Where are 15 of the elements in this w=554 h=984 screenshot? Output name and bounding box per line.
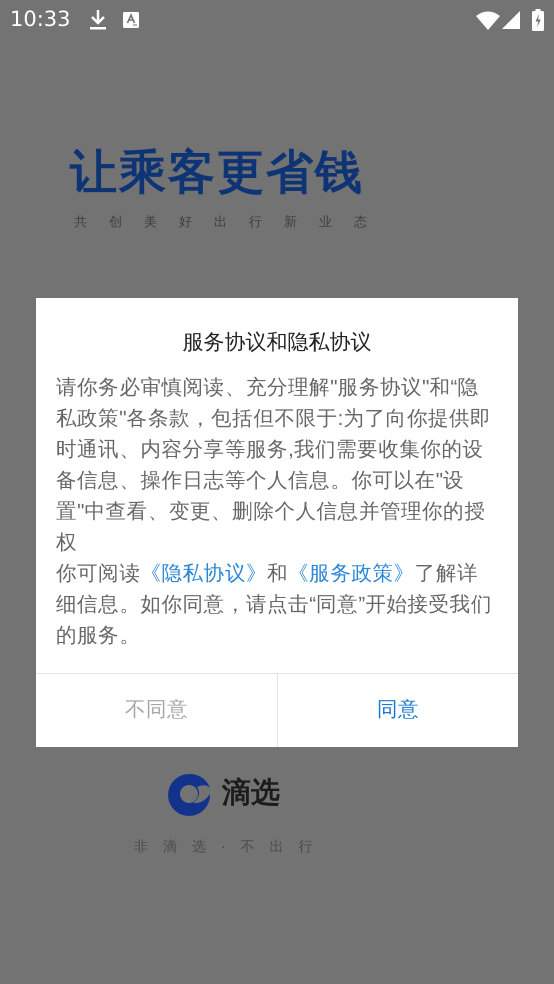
dialog-paragraph: 请你务必审慎阅读、充分理解"服务协议"和“隐私政策"各条款，包括但不限于:为了向你提供即时通讯、内容分享等服务,我们需要收集你的设备信息、操作日志等个人信息。你可以在"设置"中查看、变更、删除个人信息并管理你的授权 (56, 375, 492, 556)
font-icon (122, 12, 139, 28)
dialog-paragraph: 你可阅读《隐私协议》和《服务政策》了解详细信息。如你同意，请点击“同意”开始接受我们的服务。 (56, 561, 493, 649)
headline: 让乘客更省钱 (70, 144, 365, 200)
battery-icon (532, 9, 544, 31)
policy-link[interactable]: 《隐私协议》 (140, 562, 268, 585)
policy-link[interactable]: 《服务政策》 (288, 562, 415, 585)
wifi-icon (476, 10, 500, 30)
status-time: 10:33 (10, 6, 71, 34)
brand-name: 滴选 (222, 776, 280, 811)
dialog-title: 服务协议和隐私协议 (182, 330, 372, 356)
logo-icon (166, 772, 212, 816)
tagline-character: · (221, 836, 226, 856)
signal-icon (502, 11, 520, 29)
download-icon (88, 9, 107, 31)
